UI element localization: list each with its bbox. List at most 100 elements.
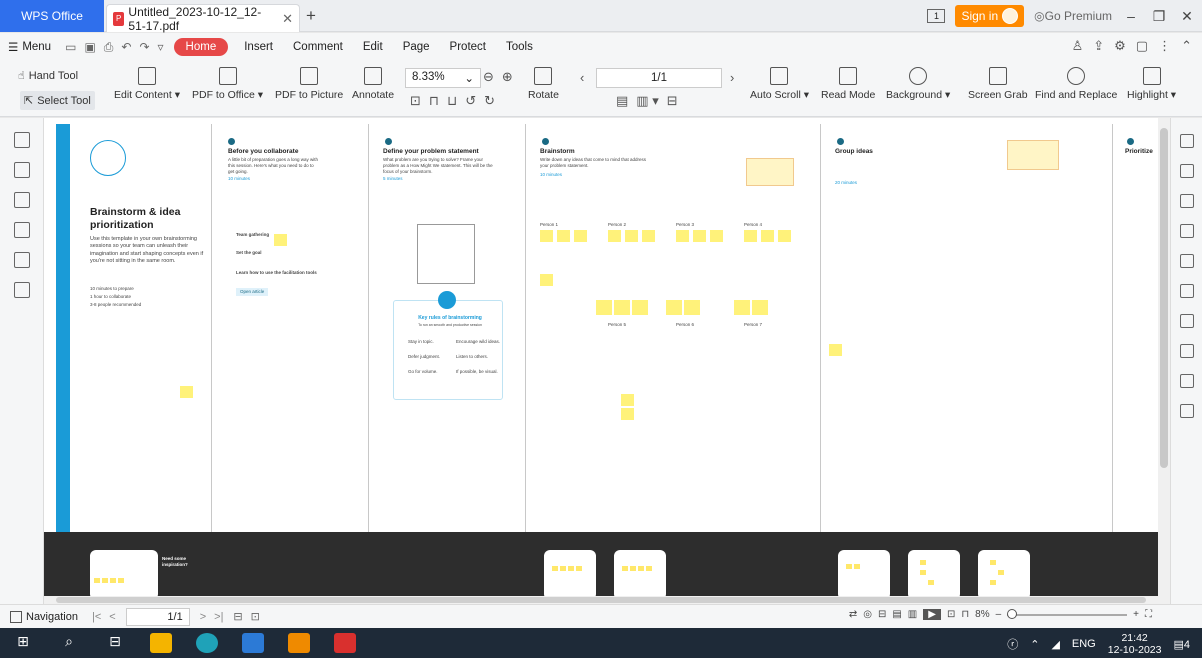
windows-start-icon[interactable]: ⊞ [12,633,34,653]
settings-icon[interactable]: ⚙ [1114,38,1126,54]
next-page-status-icon[interactable]: > [196,611,210,623]
app-tab-wps-office[interactable]: WPS Office [0,0,104,32]
hand-tool-button[interactable]: ☝ Hand Tool [18,69,78,83]
pdf-to-picture-button[interactable]: PDF to Picture [275,67,343,101]
attachment-icon[interactable] [13,222,30,238]
wps-taskbar-icon[interactable] [334,633,356,653]
sticky-note[interactable] [621,408,634,420]
bookmark-icon[interactable] [13,132,30,148]
previous-page-icon[interactable]: ‹ [580,70,584,85]
sticky-note[interactable] [180,386,193,398]
two-page-icon[interactable]: ▥ ▾ [636,93,658,109]
dropdown-icon[interactable]: ▿ [154,40,168,54]
sticky-note[interactable] [778,230,791,242]
document-tab[interactable]: P Untitled_2023-10-12_12-51-17.pdf ✕ [106,4,300,33]
vertical-scroll-thumb[interactable] [1160,128,1168,468]
two-page-status-icon[interactable]: ▥ [908,609,917,620]
task-view-icon[interactable]: ⊟ [104,633,126,653]
next-page-icon[interactable]: › [730,70,734,85]
collaborate-icon[interactable]: ♙ [1072,38,1084,54]
rotate-right-icon[interactable]: ↻ [484,93,495,109]
sticky-note[interactable] [540,274,553,286]
forward-icon[interactable]: ⊡ [249,610,262,623]
open-folder-icon[interactable]: ▭ [61,40,80,54]
sticky-note[interactable] [625,230,638,242]
new-tab-button[interactable]: + [306,6,316,26]
close-window-icon[interactable]: ✕ [1178,8,1196,25]
restore-icon[interactable]: ❐ [1150,8,1168,25]
menu-button[interactable]: ☰ Menu [8,40,61,54]
problem-statement-card[interactable] [417,224,475,284]
translate-status-icon[interactable]: ⇄ [849,609,857,620]
horizontal-scrollbar[interactable] [44,596,1170,604]
fullscreen-icon[interactable]: ⛶ [1145,609,1152,620]
print-icon[interactable]: ⎙ [100,40,118,55]
sign-icon[interactable] [1179,254,1194,268]
more-icon[interactable]: ⋮ [1158,38,1171,54]
highlight-button[interactable]: Highlight ▾ [1127,67,1176,101]
undo-icon[interactable]: ↶ [117,40,135,54]
sticky-note[interactable] [574,230,587,242]
network-icon[interactable]: ◢ [1051,638,1059,651]
sticky-note[interactable] [734,300,750,315]
export-icon[interactable] [1179,194,1194,208]
navigation-button[interactable]: Navigation [0,610,88,623]
save-icon[interactable]: ▣ [80,40,99,54]
background-button[interactable]: Background ▾ [886,67,950,101]
collapse-ribbon-icon[interactable]: ⌃ [1181,38,1192,54]
clock[interactable]: 21:42 12-10-2023 [1108,632,1162,656]
sticky-note[interactable] [744,230,757,242]
file-explorer-icon[interactable] [150,633,172,653]
sticky-note[interactable] [666,300,682,315]
person-taskbar-icon[interactable]: ⓡ [1007,636,1018,652]
sticky-note[interactable] [829,344,842,356]
sticky-note[interactable] [614,300,630,315]
fit-page-status-icon[interactable]: ⊓ [961,609,969,620]
sign-in-button[interactable]: Sign in [955,5,1025,27]
translate-icon[interactable] [1179,344,1194,358]
go-premium-button[interactable]: ◎Go Premium [1034,9,1112,23]
find-replace-button[interactable]: Find and Replace [1035,67,1117,101]
notification-icon[interactable]: ▤4 [1173,638,1190,651]
signature-icon[interactable] [13,252,30,268]
zoom-out-status-icon[interactable]: – [996,609,1002,620]
edit-icon[interactable] [1179,164,1194,178]
fit-width-icon[interactable]: ⊔ [447,93,457,109]
screen-grab-button[interactable]: Screen Grab [968,67,1028,101]
pdf-to-office-button[interactable]: PDF to Office ▾ [192,67,263,101]
sticky-note[interactable] [608,230,621,242]
thumbnail-icon[interactable] [13,162,30,178]
sticky-note[interactable] [540,230,553,242]
comment-panel-icon[interactable] [13,192,30,208]
image-icon[interactable] [13,282,30,298]
tab-page[interactable]: Page [393,41,440,53]
window-layout-icon[interactable]: 1 [927,9,946,23]
compare-icon[interactable] [1179,284,1194,298]
sticky-note[interactable] [676,230,689,242]
sticky-note[interactable] [596,300,612,315]
rotate-button[interactable]: Rotate [528,67,559,101]
zoom-select[interactable]: 8.33% ⌄ [405,68,481,88]
close-tab-icon[interactable]: ✕ [282,11,293,27]
back-icon[interactable]: ⊟ [227,610,248,623]
zoom-slider[interactable] [1007,608,1128,619]
comment-icon[interactable]: ▢ [1136,38,1148,54]
tab-insert[interactable]: Insert [234,41,283,53]
first-page-icon[interactable]: |< [88,611,105,623]
tab-home[interactable]: Home [173,38,229,56]
edge-browser-icon[interactable] [196,633,218,653]
fit-page-icon[interactable]: ⊓ [429,93,439,109]
redo-icon[interactable]: ↷ [135,40,153,54]
document-canvas[interactable]: Brainstorm & idea prioritization Use thi… [44,118,1170,604]
search-taskbar-icon[interactable]: ⌕ [58,633,80,653]
rotate-left-icon[interactable]: ↺ [465,93,476,109]
play-icon[interactable]: ▶ [923,609,941,620]
status-zoom-value[interactable]: 8% [975,609,989,620]
print-panel-icon[interactable] [1179,314,1194,328]
ocr-icon[interactable] [1179,374,1194,388]
sticky-note[interactable] [693,230,706,242]
zoom-in-icon[interactable]: ⊕ [502,69,513,85]
zoom-out-icon[interactable]: ⊖ [483,69,494,85]
open-article-link[interactable]: Open article [236,288,269,297]
sticky-note[interactable] [752,300,768,315]
